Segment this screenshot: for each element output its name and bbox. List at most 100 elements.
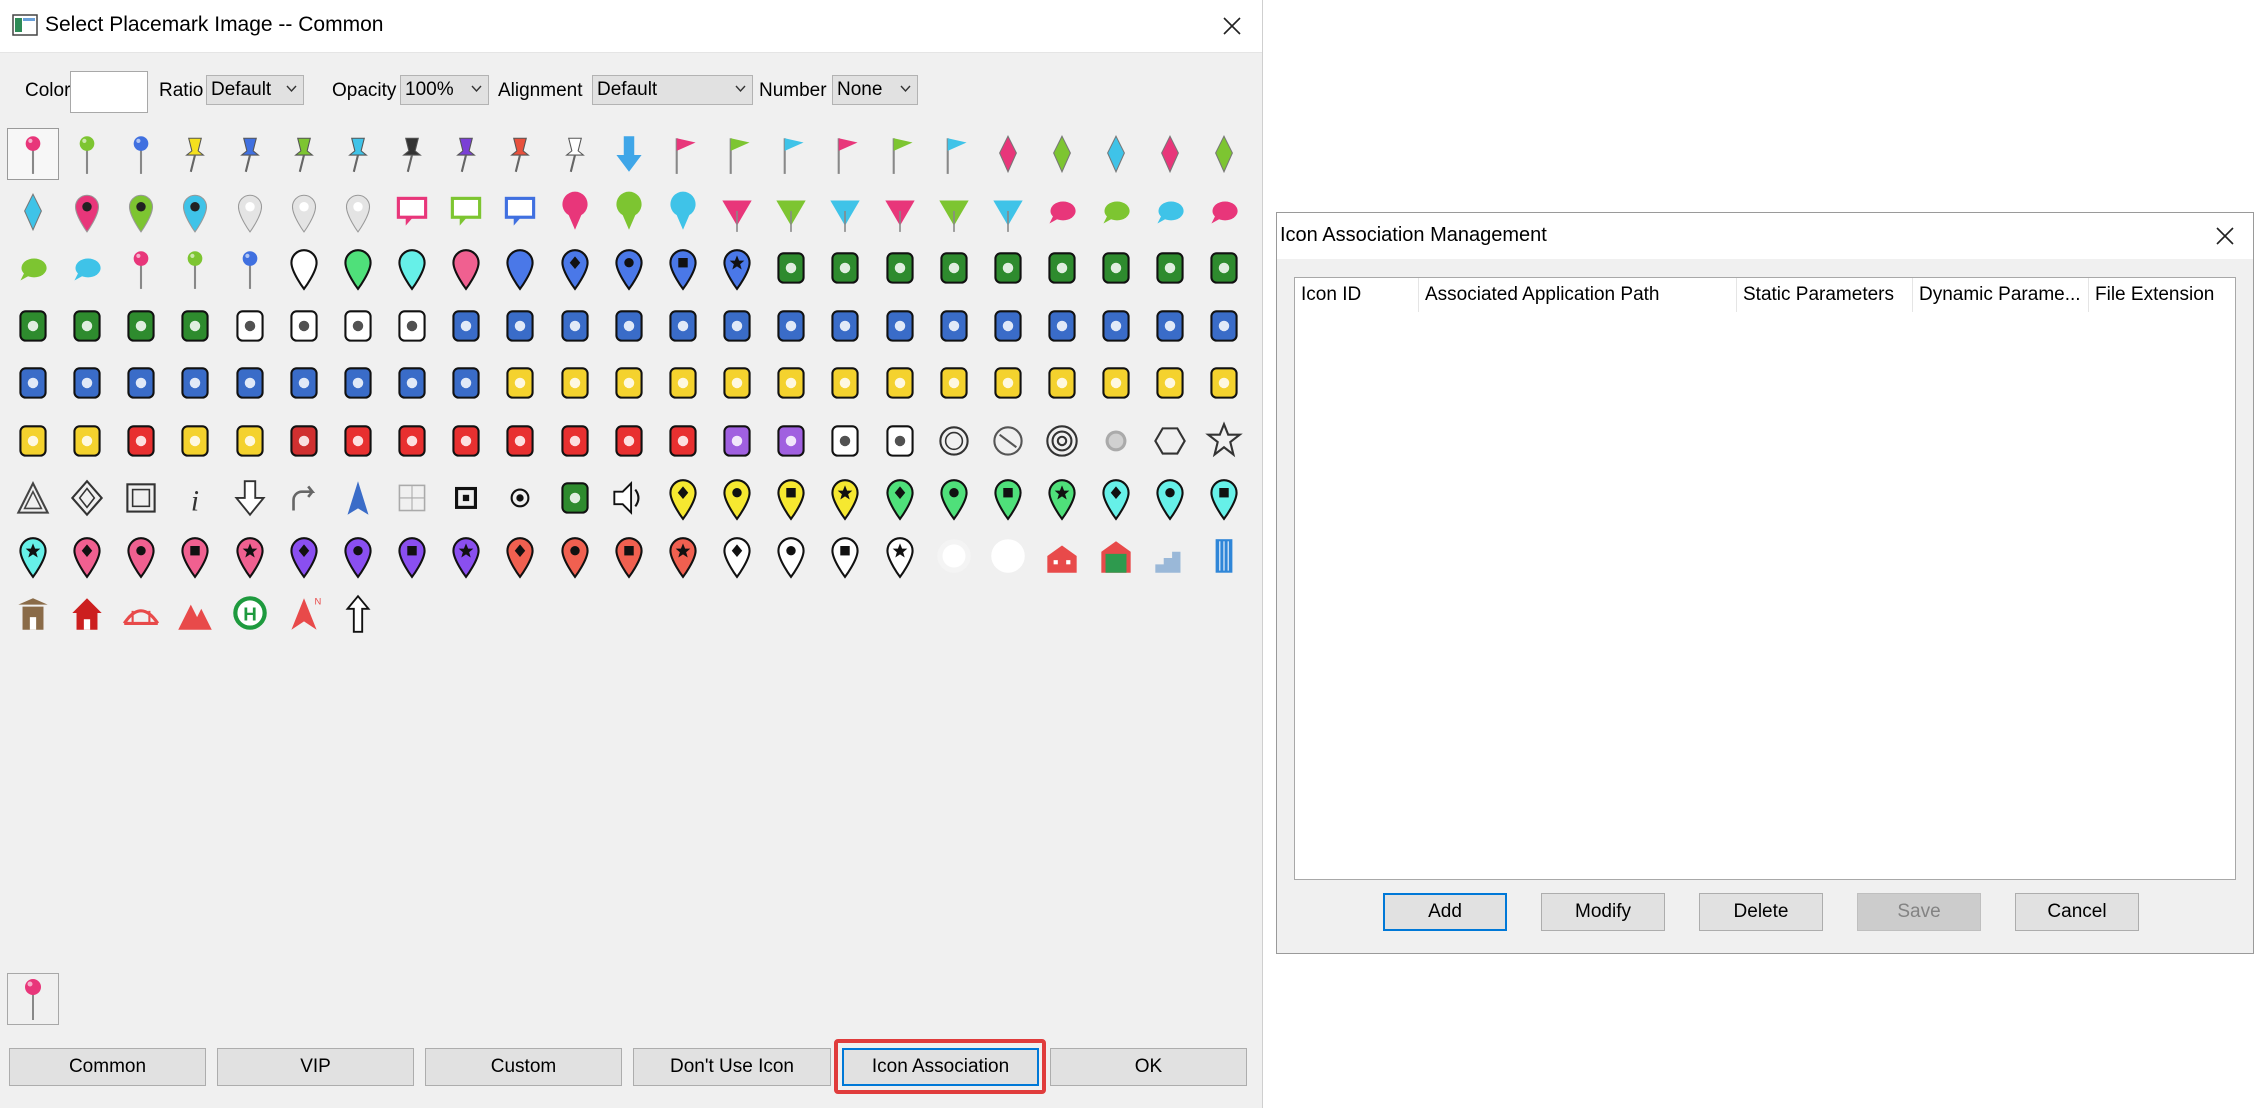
icon-option-family[interactable] bbox=[1090, 243, 1142, 295]
icon-option-green-balloon[interactable] bbox=[603, 186, 655, 238]
ratio-dropdown[interactable]: Default bbox=[206, 75, 304, 105]
icon-option-purple-dot-marker[interactable] bbox=[332, 531, 384, 583]
icon-option-help[interactable] bbox=[1090, 301, 1142, 353]
icon-option-green-thumbtack[interactable] bbox=[278, 128, 330, 180]
icon-option-pink-marker[interactable] bbox=[440, 243, 492, 295]
icon-option-police[interactable] bbox=[494, 358, 546, 410]
icon-option-pink-pin[interactable] bbox=[61, 186, 113, 238]
icon-option-anchor[interactable] bbox=[332, 358, 384, 410]
icon-option-blue-star-marker[interactable] bbox=[711, 243, 763, 295]
icon-option-camping[interactable] bbox=[1144, 243, 1196, 295]
icon-option-woman[interactable] bbox=[115, 358, 167, 410]
icon-option-ring-dot[interactable] bbox=[494, 473, 546, 525]
icon-option-white-marker[interactable] bbox=[278, 243, 330, 295]
icon-option-music[interactable] bbox=[819, 416, 871, 468]
icon-option-warning[interactable] bbox=[440, 416, 492, 468]
icon-option-cart[interactable] bbox=[874, 416, 926, 468]
icon-option-green-building[interactable] bbox=[1090, 531, 1142, 583]
column-header-dynamic-parameters[interactable]: Dynamic Parame... bbox=[1913, 278, 2089, 312]
icon-option-crosshair[interactable] bbox=[386, 473, 438, 525]
icon-option-green-callout[interactable] bbox=[440, 186, 492, 238]
icon-option-cyan-diamond[interactable] bbox=[7, 186, 59, 238]
icon-option-bridge[interactable] bbox=[115, 588, 167, 640]
cancel-button[interactable]: Cancel bbox=[2015, 893, 2139, 931]
icon-option-white-pin[interactable] bbox=[224, 186, 276, 238]
icon-option-yellow-dot-marker[interactable] bbox=[711, 473, 763, 525]
icon-option-green-diamond[interactable] bbox=[1036, 128, 1088, 180]
icon-option-sign[interactable] bbox=[61, 416, 113, 468]
icon-option-green-diamond-marker[interactable] bbox=[874, 473, 926, 525]
icon-option-red-thumbtack[interactable] bbox=[494, 128, 546, 180]
icon-option-cyan-star-marker[interactable] bbox=[7, 531, 59, 583]
icon-option-cyan-bubble[interactable] bbox=[61, 243, 113, 295]
icon-option-cyan-flag[interactable] bbox=[928, 128, 980, 180]
opacity-dropdown[interactable]: 100% bbox=[400, 75, 489, 105]
icon-option-camera[interactable] bbox=[711, 416, 763, 468]
icon-option-ferry[interactable] bbox=[224, 358, 276, 410]
icon-option-stairs[interactable] bbox=[1144, 531, 1196, 583]
icon-option-purple-diamond-marker[interactable] bbox=[278, 531, 330, 583]
icon-option-shopping-bag[interactable] bbox=[765, 358, 817, 410]
icon-option-man[interactable] bbox=[61, 358, 113, 410]
icon-option-euro[interactable] bbox=[603, 358, 655, 410]
icon-option-yellow-star-marker[interactable] bbox=[819, 473, 871, 525]
icon-option-bus[interactable] bbox=[657, 301, 709, 353]
icon-option-white-square-marker[interactable] bbox=[819, 531, 871, 583]
icon-option-volcano[interactable] bbox=[115, 416, 167, 468]
icon-option-golf[interactable] bbox=[765, 243, 817, 295]
icon-option-coffee[interactable] bbox=[224, 301, 276, 353]
icon-option-helipad[interactable]: H bbox=[224, 588, 276, 640]
icon-option-no-entry[interactable] bbox=[982, 416, 1034, 468]
icon-option-phone[interactable] bbox=[278, 416, 330, 468]
column-header-file-extension[interactable]: File Extension bbox=[2089, 278, 2229, 312]
icon-option-blue-pushpin[interactable] bbox=[115, 128, 167, 180]
custom-button[interactable]: Custom bbox=[425, 1048, 622, 1086]
icon-option-water[interactable] bbox=[7, 358, 59, 410]
dont-use-icon-button[interactable]: Don't Use Icon bbox=[633, 1048, 831, 1086]
icon-option-yellow-square-marker[interactable] bbox=[765, 473, 817, 525]
icon-option-picnic[interactable] bbox=[169, 301, 221, 353]
icon-option-accessibility[interactable] bbox=[169, 358, 221, 410]
icon-option-cyan-pennant[interactable] bbox=[819, 186, 871, 238]
icon-option-blue-down-arrow[interactable] bbox=[603, 128, 655, 180]
icon-option-fire[interactable] bbox=[494, 416, 546, 468]
icon-option-subway[interactable] bbox=[765, 301, 817, 353]
icon-option-yen[interactable] bbox=[549, 358, 601, 410]
icon-option-skyscraper[interactable] bbox=[1198, 531, 1250, 583]
icon-option-red-building[interactable] bbox=[1036, 531, 1088, 583]
icon-option-pink-bubble[interactable] bbox=[1198, 186, 1250, 238]
icon-option-white-pin[interactable] bbox=[332, 186, 384, 238]
column-header-icon-id[interactable]: Icon ID bbox=[1295, 278, 1419, 312]
icon-option-red-house[interactable] bbox=[61, 588, 113, 640]
color-swatch[interactable] bbox=[70, 71, 148, 113]
icon-option-fast-food[interactable] bbox=[386, 301, 438, 353]
icon-option-hotel[interactable] bbox=[603, 416, 655, 468]
icon-option-pink-pennant[interactable] bbox=[711, 186, 763, 238]
icon-option-pink-bubble[interactable] bbox=[1036, 186, 1088, 238]
icon-option-green-diamond[interactable] bbox=[1198, 128, 1250, 180]
icon-option-green-pennant[interactable] bbox=[765, 186, 817, 238]
delete-button[interactable]: Delete bbox=[1699, 893, 1823, 931]
add-button[interactable]: Add bbox=[1383, 893, 1507, 931]
icon-option-cyan-pennant[interactable] bbox=[982, 186, 1034, 238]
icon-option-cyan-diamond[interactable] bbox=[1090, 128, 1142, 180]
icon-option-tv[interactable] bbox=[874, 358, 926, 410]
icon-option-yellow-diamond-marker[interactable] bbox=[657, 473, 709, 525]
icon-option-green-bubble[interactable] bbox=[7, 243, 59, 295]
icon-option-traffic[interactable] bbox=[115, 301, 167, 353]
icon-option-green-pushpin[interactable] bbox=[61, 128, 113, 180]
icon-option-earthquake[interactable] bbox=[657, 416, 709, 468]
icon-option-mail[interactable] bbox=[7, 416, 59, 468]
close-icon[interactable] bbox=[2214, 225, 2236, 247]
icon-option-shopping-basket[interactable] bbox=[711, 358, 763, 410]
icon-option-dot[interactable] bbox=[1090, 416, 1142, 468]
icon-option-pink-pushpin[interactable] bbox=[115, 243, 167, 295]
icon-option-square[interactable] bbox=[115, 473, 167, 525]
icon-option-hexagon[interactable] bbox=[1144, 416, 1196, 468]
icon-option-green-bubble[interactable] bbox=[1090, 186, 1142, 238]
icon-option-surfing[interactable] bbox=[386, 358, 438, 410]
icon-option-cyan-flag[interactable] bbox=[765, 128, 817, 180]
icon-option-pink-flag[interactable] bbox=[819, 128, 871, 180]
column-header-application-path[interactable]: Associated Application Path bbox=[1419, 278, 1737, 312]
icon-option-train[interactable] bbox=[603, 301, 655, 353]
